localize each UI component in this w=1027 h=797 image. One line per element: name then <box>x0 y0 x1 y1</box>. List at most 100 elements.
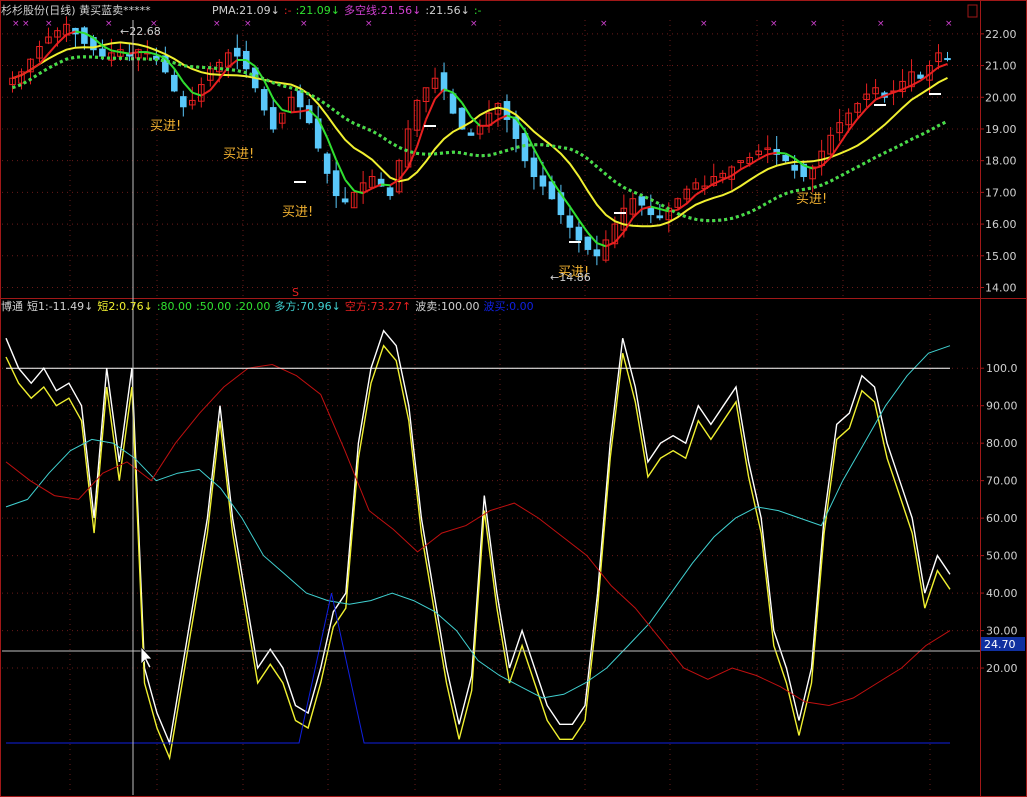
candle-body <box>944 58 951 61</box>
signal-x-marker: × <box>945 19 953 29</box>
trend-line-segment <box>856 107 868 120</box>
trend-line-segment <box>200 89 211 97</box>
trend-line-segment <box>416 119 428 147</box>
s-marker: S <box>292 286 299 299</box>
price-panel[interactable] <box>9 16 951 266</box>
candle-body <box>171 74 178 92</box>
y-tick-label: 30.00 <box>986 625 1018 638</box>
trend-line-segment <box>381 183 391 187</box>
bottom-indicator-values: 博通 短1:-11.49↓ 短2:0.76↓:80.00:50.00:20.00 多方… <box>1 300 538 314</box>
trend-line-segment <box>12 74 22 80</box>
stock-title: 杉杉股份(日线) 黄买蓝卖***** <box>1 4 151 17</box>
candle-body <box>656 215 664 219</box>
trend-line-segment <box>713 178 724 185</box>
bottom-indicator-value: 多方:70.96↓ <box>274 300 341 313</box>
y-tick-label: 80.00 <box>986 437 1018 450</box>
trend-line-segment <box>281 108 292 114</box>
signal-x-marker: × <box>244 19 252 29</box>
candle-body <box>386 187 394 197</box>
series-line-短1 <box>5 329 951 746</box>
trend-line-segment <box>865 98 877 110</box>
series-line-多方 <box>5 345 951 699</box>
buy-signal-label: 买进! <box>223 147 254 162</box>
trend-line-segment <box>182 81 194 94</box>
buy-signal-label: 买进! <box>282 205 313 220</box>
y-tick-label: 60.00 <box>986 512 1018 525</box>
y-tick-label: 22.00 <box>985 28 1017 41</box>
chart-canvas[interactable]: 22.00 21.00 20.00 19.00 18.00 17.00 16.00 15.00… <box>0 0 1027 797</box>
candle-body <box>449 93 457 114</box>
bottom-indicator-value: :20.00 <box>235 300 271 313</box>
candle-body <box>305 105 313 124</box>
y-tick-label: 14.00 <box>985 281 1017 294</box>
trend-line-segment <box>740 163 751 171</box>
signal-x-marker: × <box>877 19 885 29</box>
y-tick-label: 40.00 <box>986 587 1018 600</box>
y-tick-label: 50.00 <box>986 550 1018 563</box>
bottom-indicator-value: 波卖:100.00 <box>415 300 480 313</box>
candle-body <box>323 153 331 174</box>
indicator-panel[interactable] <box>5 329 951 761</box>
trend-line-segment <box>677 202 688 211</box>
y-tick-label: 17.00 <box>985 186 1017 199</box>
low-price-label: ←14.86 <box>550 271 591 284</box>
trend-line-segment <box>120 51 130 55</box>
trend-line-segment <box>488 118 499 127</box>
candle-body <box>791 164 798 171</box>
trend-line-segment <box>731 168 742 177</box>
candle-body <box>81 27 88 44</box>
y-axis-layer: 22.00 21.00 20.00 19.00 18.00 17.00 16.00 15.00… <box>980 28 1018 675</box>
trend-line-segment <box>291 110 301 114</box>
trend-line-segment <box>605 241 616 248</box>
candle-body <box>260 89 268 111</box>
trend-line-segment <box>389 178 400 187</box>
y-tick-label: 15.00 <box>985 250 1017 263</box>
buy-signal-label: 买进! <box>796 192 827 207</box>
bottom-indicator-value: :80.00 <box>156 300 193 313</box>
signal-x-marker: × <box>700 19 708 29</box>
candle-body <box>269 107 277 130</box>
signal-x-marker: × <box>470 19 478 29</box>
signal-x-marker: × <box>105 19 113 29</box>
candle-body <box>593 249 601 257</box>
trend-line-segment <box>596 242 607 248</box>
trend-line-segment <box>111 49 121 54</box>
y-tick-label: 100.0 <box>986 362 1018 375</box>
candle-body <box>530 157 538 178</box>
top-indicator-value: :- <box>473 4 482 17</box>
bottom-indicator-value: :50.00 <box>196 300 232 313</box>
signal-x-marker: × <box>770 19 778 29</box>
signal-x-marker: × <box>365 19 373 29</box>
top-indicator-value: :21.09↓ <box>295 4 340 17</box>
trend-line-segment <box>632 208 643 219</box>
trend-line-segment <box>614 231 625 243</box>
bottom-indicator-value: 空方:73.27↑ <box>344 300 412 313</box>
trend-line-segment <box>928 66 940 76</box>
trend-line-segment <box>938 63 948 69</box>
candle-body <box>584 236 592 250</box>
signal-x-marker: × <box>22 19 30 29</box>
candle-body <box>180 96 187 108</box>
signal-x-marker: × <box>600 19 608 29</box>
mouse-pointer-icon <box>140 645 153 669</box>
trend-line-segment <box>47 42 59 55</box>
top-indicator-values: PMA:21.09↓:-:21.09↓ 多空线:21.56↓:21.56↓:- <box>212 4 486 18</box>
signal-x-marker: × <box>810 19 818 29</box>
high-price-label: ←22.68 <box>120 25 161 38</box>
top-indicator-value: :21.56↓ <box>425 4 470 17</box>
y-tick-label: 19.00 <box>985 123 1017 136</box>
y-tick-label: 21.00 <box>985 60 1017 73</box>
trend-line-segment <box>129 51 139 55</box>
trend-line-segment <box>56 33 68 45</box>
bottom-indicator-value: 博通 <box>1 300 23 313</box>
bottom-indicator-value: 短2:0.76↓ <box>97 300 153 313</box>
candle-body <box>233 47 241 57</box>
trend-line-segment <box>902 84 912 91</box>
candle-body <box>440 72 448 92</box>
candle-body <box>296 90 304 108</box>
cursor-value-label: 24.70 <box>984 638 1016 651</box>
candle-body <box>539 175 547 187</box>
trend-line-segment <box>776 151 786 155</box>
trend-line-segment <box>749 158 760 166</box>
trend-line-segment <box>227 59 238 68</box>
